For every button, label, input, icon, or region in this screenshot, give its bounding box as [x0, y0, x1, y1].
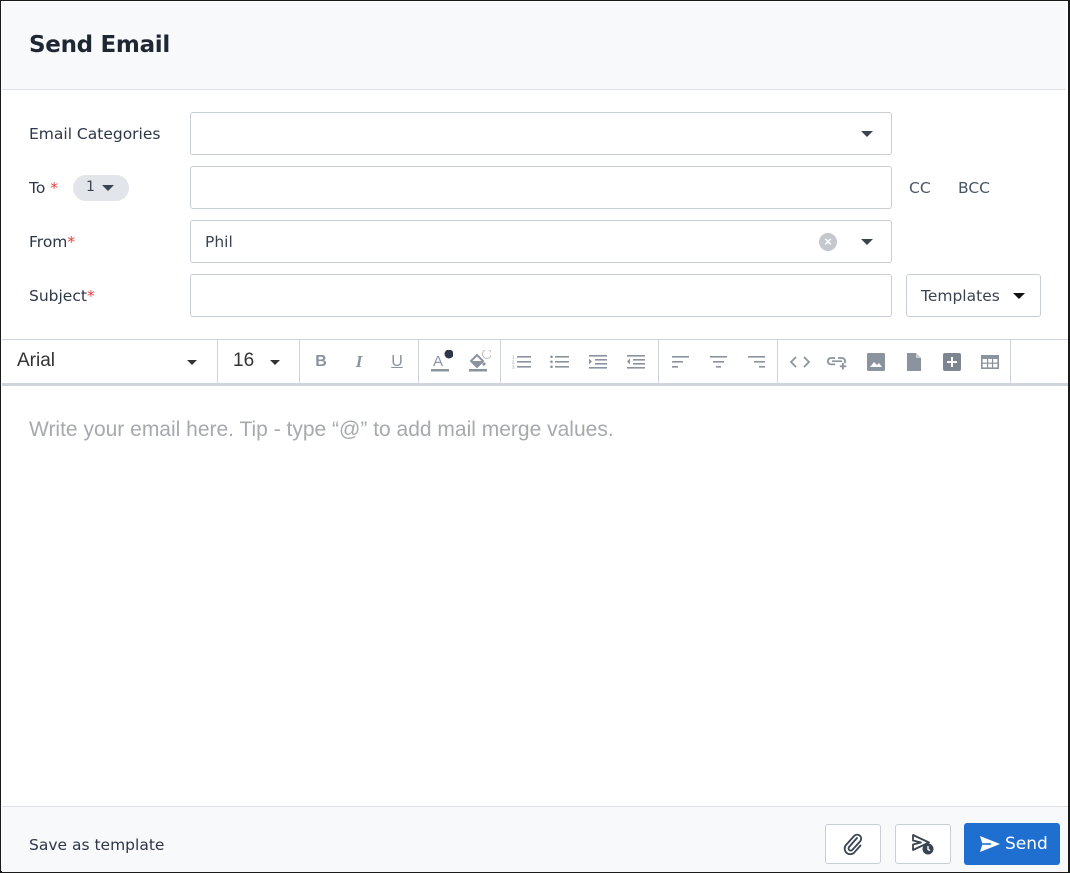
underline-icon[interactable]: U — [385, 350, 409, 374]
from-label: From* — [29, 233, 75, 251]
chevron-down-icon — [861, 239, 873, 245]
svg-text:3: 3 — [512, 365, 515, 370]
toolbar-divider — [418, 340, 419, 383]
toolbar-divider — [777, 340, 778, 383]
email-categories-select[interactable] — [190, 112, 892, 155]
editor-toolbar: Arial 16 B I U A 1 2 3 — [2, 339, 1068, 386]
save-as-template-link[interactable]: Save as template — [29, 836, 164, 854]
svg-text:A: A — [433, 353, 443, 370]
to-label: To * — [29, 179, 58, 197]
insert-plus-icon[interactable] — [940, 350, 964, 374]
indent-icon[interactable] — [586, 350, 610, 374]
templates-dropdown-button[interactable]: Templates — [906, 274, 1041, 317]
bold-icon[interactable]: B — [309, 350, 333, 374]
templates-label: Templates — [921, 287, 1000, 305]
email-categories-label-text: Email Categories — [29, 125, 161, 143]
required-mark: * — [50, 179, 59, 197]
attach-file-button[interactable] — [825, 824, 881, 864]
editor-placeholder: Write your email here. Tip - type “@” to… — [29, 418, 614, 441]
subject-label-text: Subject — [29, 287, 87, 305]
ordered-list-icon[interactable]: 1 2 3 — [510, 350, 534, 374]
to-input[interactable] — [190, 166, 892, 209]
dialog-footer: Save as template Send — [2, 806, 1068, 872]
chevron-down-icon — [102, 185, 114, 191]
unordered-list-icon[interactable] — [548, 350, 572, 374]
dialog-header: Send Email — [2, 2, 1066, 90]
dialog-title: Send Email — [29, 32, 170, 58]
send-email-dialog: Send Email Email Categories To * 1 CC BC… — [0, 0, 1070, 873]
underline-glyph: U — [391, 353, 403, 370]
outdent-icon[interactable] — [624, 350, 648, 374]
subject-label: Subject* — [29, 287, 95, 305]
send-button[interactable]: Send — [964, 823, 1060, 865]
recipient-count: 1 — [86, 179, 95, 195]
align-center-icon[interactable] — [707, 350, 731, 374]
toolbar-divider — [500, 340, 501, 383]
schedule-send-button[interactable] — [895, 824, 951, 864]
code-view-icon[interactable] — [788, 350, 812, 374]
send-icon — [980, 836, 1000, 852]
chevron-down-icon — [187, 360, 197, 365]
cc-link[interactable]: CC — [909, 179, 931, 197]
italic-glyph: I — [355, 352, 363, 371]
align-left-icon[interactable] — [669, 350, 693, 374]
text-color-icon[interactable]: A — [429, 350, 453, 374]
subject-input[interactable] — [190, 274, 892, 317]
from-value: Phil — [205, 233, 233, 251]
highlight-color-icon[interactable] — [467, 350, 491, 374]
recipient-count-dropdown[interactable]: 1 — [73, 175, 129, 201]
align-right-icon[interactable] — [745, 350, 769, 374]
font-size-select[interactable]: 16 — [218, 340, 299, 383]
bcc-link[interactable]: BCC — [958, 179, 990, 197]
required-mark: * — [86, 287, 95, 305]
insert-table-icon[interactable] — [978, 350, 1002, 374]
required-mark: * — [67, 233, 76, 251]
toolbar-divider — [658, 340, 659, 383]
from-select[interactable]: Phil × — [190, 220, 892, 263]
font-family-value: Arial — [17, 350, 56, 371]
schedule-send-icon — [912, 834, 934, 855]
insert-image-icon[interactable] — [864, 350, 888, 374]
chevron-down-icon — [270, 360, 280, 365]
font-size-value: 16 — [233, 350, 255, 371]
from-label-text: From — [29, 233, 68, 251]
chevron-down-icon — [861, 131, 873, 137]
to-label-text: To — [29, 179, 46, 197]
insert-file-icon[interactable] — [902, 350, 926, 374]
paperclip-icon — [843, 833, 863, 856]
send-label: Send — [1005, 834, 1048, 854]
toolbar-divider — [299, 340, 300, 383]
insert-link-icon[interactable] — [826, 350, 850, 374]
italic-icon[interactable]: I — [347, 350, 371, 374]
font-family-select[interactable]: Arial — [2, 340, 217, 383]
clear-icon[interactable]: × — [819, 233, 837, 251]
chevron-down-icon — [1013, 293, 1025, 299]
email-categories-label: Email Categories — [29, 125, 160, 143]
bold-glyph: B — [315, 353, 327, 370]
toolbar-divider — [1010, 340, 1011, 383]
email-body-editor[interactable]: Write your email here. Tip - type “@” to… — [2, 386, 1068, 806]
